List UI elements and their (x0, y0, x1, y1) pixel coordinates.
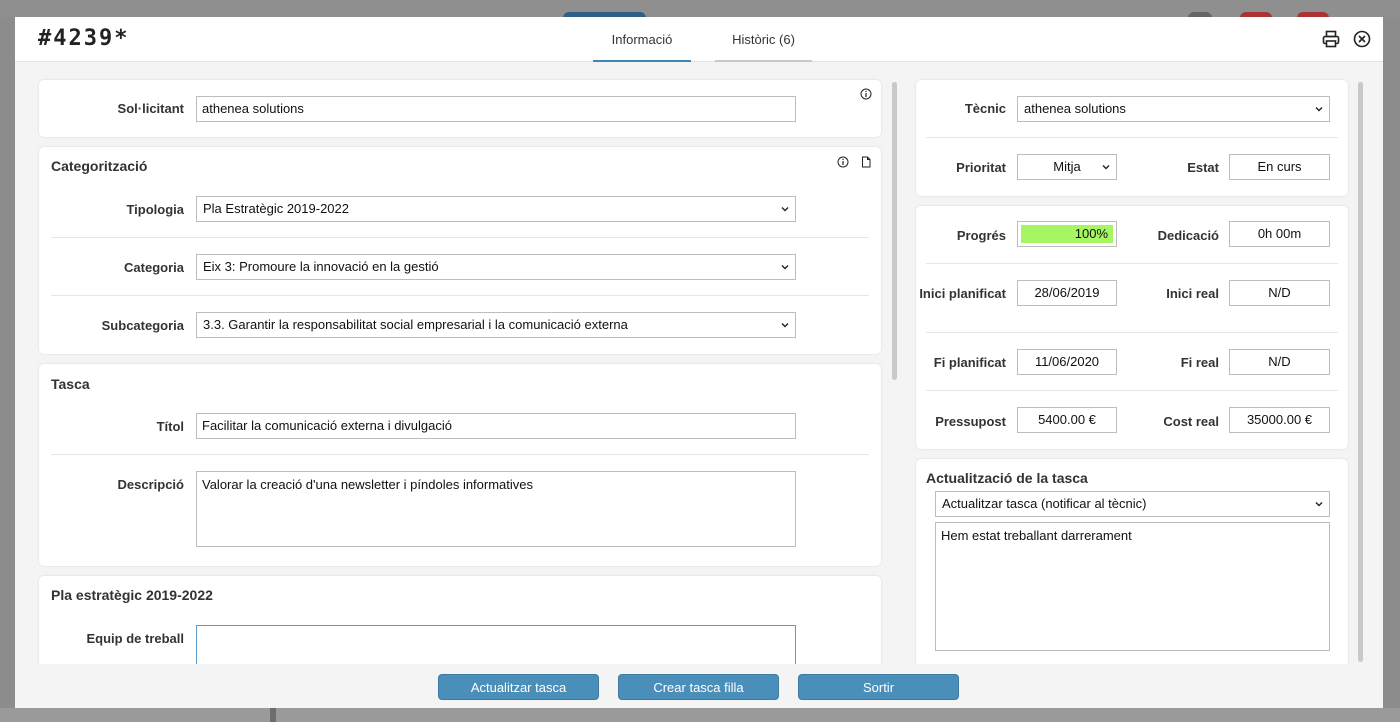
category-label: Categoria (124, 260, 184, 275)
update-title: Actualització de la tasca (926, 470, 1088, 486)
categorization-title: Categorització (51, 158, 148, 174)
background-left (0, 17, 15, 708)
background-bottom (0, 708, 1400, 722)
tab-informacio[interactable]: Informació (593, 17, 691, 62)
divider (51, 295, 869, 296)
dedication-label: Dedicació (1157, 228, 1219, 243)
chevron-down-icon (781, 323, 789, 328)
real-start-value: N/D (1229, 280, 1330, 306)
chevron-down-icon (781, 265, 789, 270)
description-textarea[interactable]: Valorar la creació d'una newsletter i pí… (196, 471, 796, 547)
planned-end-label: Fi planificat (933, 355, 1006, 370)
left-scrollbar[interactable] (892, 82, 897, 380)
divider (926, 137, 1338, 138)
technician-value: athenea solutions (1024, 101, 1126, 116)
document-icon[interactable] (860, 156, 872, 168)
budget-input[interactable]: 5400.00 € (1017, 407, 1117, 433)
typology-value: Pla Estratègic 2019-2022 (203, 201, 349, 216)
plan-title: Pla estratègic 2019-2022 (51, 587, 213, 603)
modal-footer: Actualitzar tasca Crear tasca filla Sort… (15, 664, 1383, 708)
exit-button[interactable]: Sortir (798, 674, 959, 700)
real-end-label: Fi real (1180, 355, 1219, 370)
priority-value: Mitja (1053, 159, 1081, 174)
team-label: Equip de treball (86, 631, 184, 646)
subcategory-label: Subcategoria (101, 318, 184, 333)
chevron-down-icon (1102, 165, 1110, 170)
progress-fill: 100% (1021, 225, 1113, 243)
task-modal: #4239* Informació Històric (6) Sol·licit… (15, 17, 1383, 708)
subcategory-value: 3.3. Garantir la responsabilitat social … (203, 317, 628, 332)
divider (926, 263, 1338, 264)
create-child-task-button[interactable]: Crear tasca filla (618, 674, 779, 700)
real-cost-input[interactable]: 35000.00 € (1229, 407, 1330, 433)
divider (51, 237, 869, 238)
chevron-down-icon (1315, 107, 1323, 112)
info-icon[interactable] (837, 156, 849, 168)
update-mode-select[interactable]: Actualitzar tasca (notificar al tècnic) (935, 491, 1330, 517)
task-title-input[interactable]: Facilitar la comunicació externa i divul… (196, 413, 796, 439)
requester-label: Sol·licitant (117, 101, 184, 116)
chevron-down-icon (1315, 502, 1323, 507)
planned-start-input[interactable]: 28/06/2019 (1017, 280, 1117, 306)
task-card: Tasca Títol Facilitar la comunicació ext… (39, 364, 881, 566)
real-start-label: Inici real (1166, 286, 1219, 301)
planned-start-label: Inici planificat (919, 286, 1006, 301)
chevron-down-icon (781, 207, 789, 212)
task-title-label: Títol (156, 419, 184, 434)
planned-end-input[interactable]: 11/06/2020 (1017, 349, 1117, 375)
priority-label: Prioritat (956, 160, 1006, 175)
requester-input[interactable]: athenea solutions (196, 96, 796, 122)
real-end-value: N/D (1229, 349, 1330, 375)
update-task-button[interactable]: Actualitzar tasca (438, 674, 599, 700)
progress-bar: 100% (1017, 221, 1117, 247)
right-scrollbar[interactable] (1358, 82, 1363, 662)
tab-historic[interactable]: Històric (6) (715, 17, 812, 62)
description-label: Descripció (117, 477, 184, 492)
modal-header: #4239* Informació Històric (6) (15, 17, 1383, 62)
typology-label: Tipologia (126, 202, 184, 217)
category-select[interactable]: Eix 3: Promoure la innovació en la gesti… (196, 254, 796, 280)
task-title: Tasca (51, 376, 90, 392)
real-cost-label: Cost real (1163, 414, 1219, 429)
budget-label: Pressupost (935, 414, 1006, 429)
progress-label: Progrés (956, 228, 1006, 243)
priority-select[interactable]: Mitja (1017, 154, 1117, 180)
typology-select[interactable]: Pla Estratègic 2019-2022 (196, 196, 796, 222)
tracking-card: Progrés 100% Dedicació 0h 00m Inici plan… (916, 206, 1348, 449)
technician-select[interactable]: athenea solutions (1017, 96, 1330, 122)
divider (926, 390, 1338, 391)
info-icon[interactable] (860, 88, 872, 100)
close-circle-icon[interactable] (1353, 30, 1371, 48)
background-top-bar (0, 0, 1400, 18)
ticket-id: #4239* (38, 26, 130, 51)
status-value: En curs (1229, 154, 1330, 180)
requester-card: Sol·licitant athenea solutions (39, 80, 881, 137)
status-label: Estat (1187, 160, 1219, 175)
update-mode-value: Actualitzar tasca (notificar al tècnic) (942, 496, 1147, 511)
technician-label: Tècnic (964, 101, 1006, 116)
printer-icon[interactable] (1322, 30, 1340, 48)
assignment-card: Tècnic athenea solutions Prioritat Mitja… (916, 80, 1348, 196)
update-textarea[interactable]: Hem estat treballant darrerament (935, 522, 1330, 651)
dedication-value: 0h 00m (1229, 221, 1330, 247)
divider (51, 454, 869, 455)
divider (926, 332, 1338, 333)
category-value: Eix 3: Promoure la innovació en la gesti… (203, 259, 439, 274)
categorization-card: Categorització Tipologia Pla Estratègic … (39, 147, 881, 354)
background-right (1383, 17, 1400, 708)
subcategory-select[interactable]: 3.3. Garantir la responsabilitat social … (196, 312, 796, 338)
